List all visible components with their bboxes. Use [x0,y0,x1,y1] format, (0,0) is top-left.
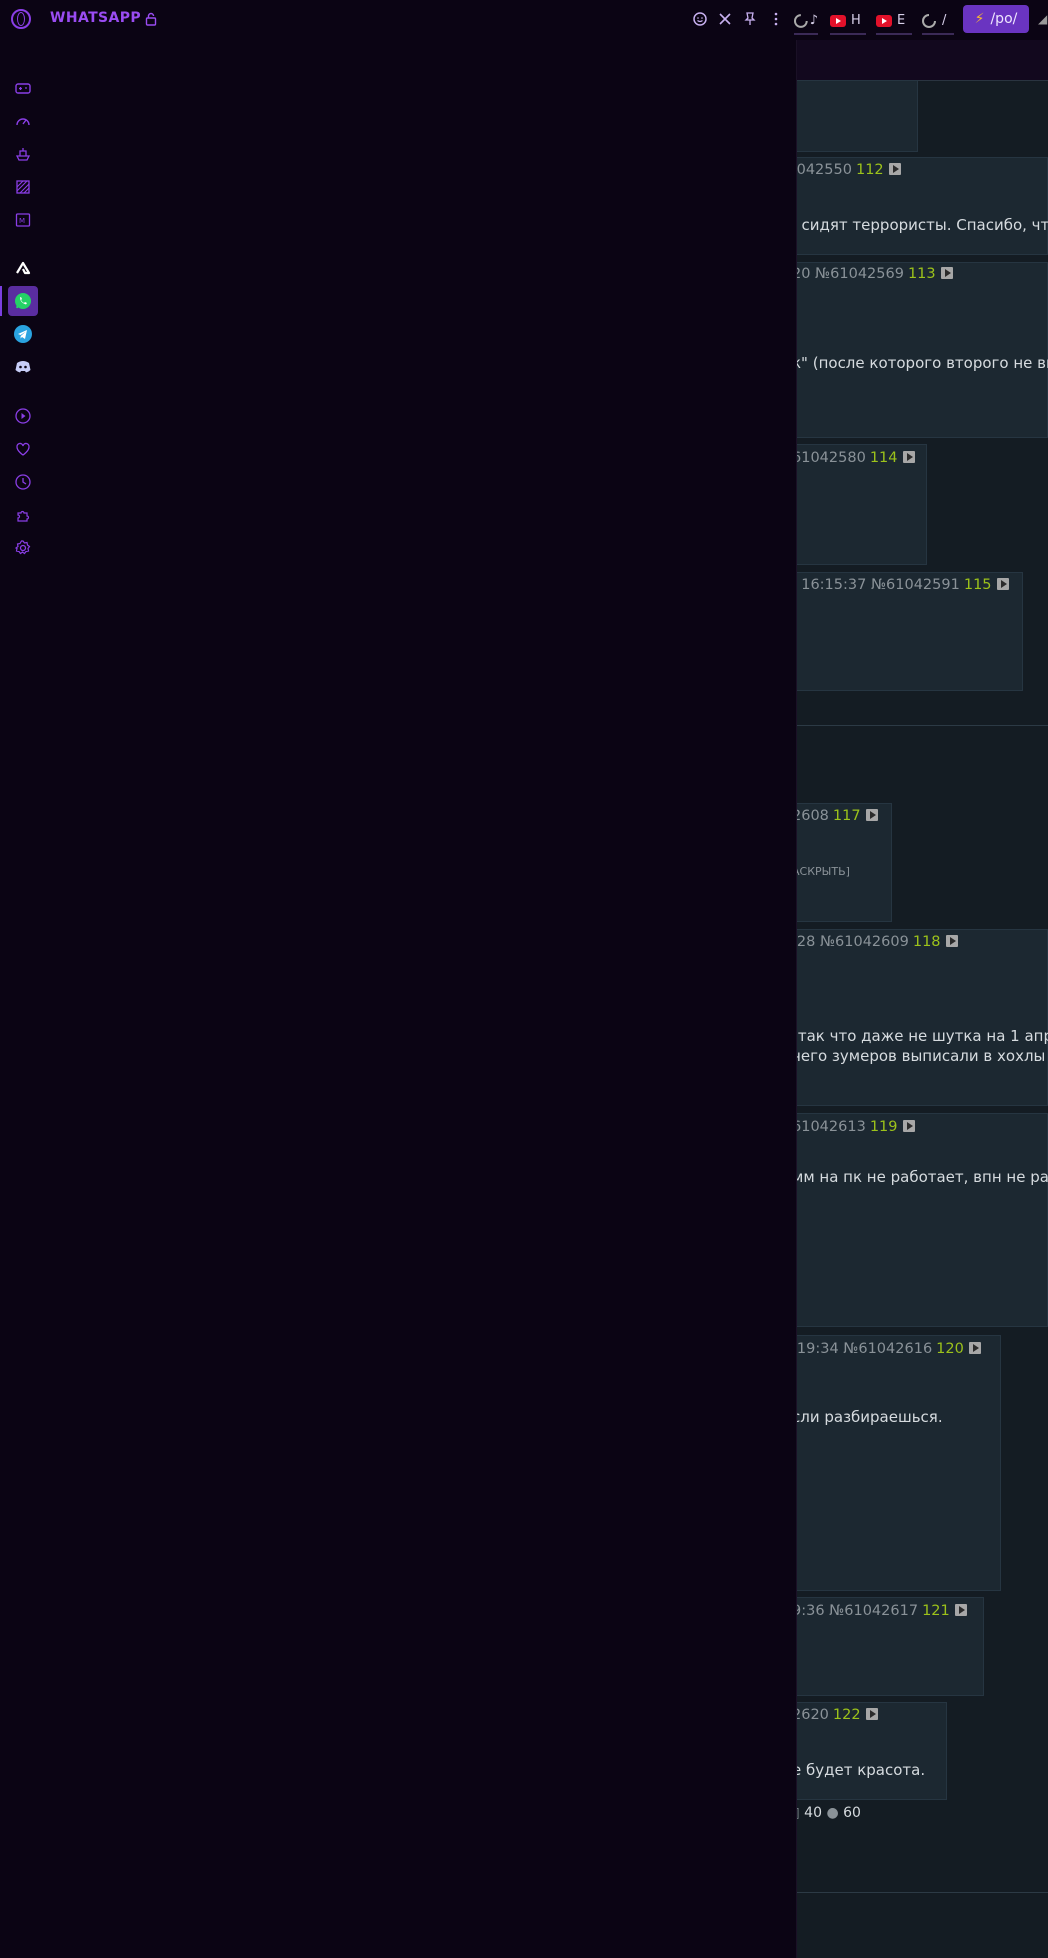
play-icon[interactable] [902,1120,915,1132]
tab-item[interactable]: / [922,8,954,35]
active-indicator [0,286,2,316]
sidebar-item-history[interactable] [8,467,38,497]
panel-topbar: WHATSAPP [0,0,796,40]
tab-item[interactable]: ♪ [794,8,818,35]
gear-icon [14,540,31,555]
current-board-tab[interactable]: ⚡ /po/ [963,5,1029,33]
sidebar-item-favorites[interactable] [8,434,38,464]
unlock-icon[interactable] [145,12,157,26]
stat-files: 40 [804,1805,822,1821]
post-header: , 16:15:37 №61042591 115 [792,577,1009,593]
gamepad-icon [15,83,31,94]
post-header: .042550 112 [792,162,901,178]
ship-icon [15,148,31,161]
post-header: :19:34 №61042616 120 [792,1341,981,1357]
pin-icon[interactable] [742,11,758,27]
stat-posters: 60 [843,1805,861,1821]
loading-icon [794,13,808,28]
puzzle-icon [17,510,30,522]
stripes-icon [16,180,30,194]
close-icon[interactable] [717,11,733,27]
panel-sidebar: M [0,0,44,1958]
sidebar-item-extensions[interactable] [8,500,38,530]
post-card [780,262,1048,438]
speedometer-icon [16,118,30,126]
panel-title: WHATSAPP [50,10,142,26]
divider [796,725,1048,726]
smile-icon[interactable] [692,11,708,27]
forum-toolbar [796,40,1048,81]
sidebar-item-settings[interactable] [8,533,38,563]
sidebar-item-logo-a[interactable] [8,253,38,283]
post-header: 20 №61042569 113 [792,266,953,282]
post-card [780,1113,1048,1327]
post-text: мм на пк не работает, впн не ра [792,1168,1048,1186]
post-header: 61042613 119 [792,1119,915,1135]
divider [796,1892,1048,1893]
sidebar-item-play[interactable] [8,401,38,431]
post-text: сли разбираешься. [792,1408,943,1426]
discord-icon [15,361,31,373]
sidebar-item-discord[interactable] [8,352,38,382]
tab-label: Н [851,13,861,28]
post-text: к" (после которого второго не вы [792,354,1048,372]
logo-a-icon [16,261,31,275]
play-icon[interactable] [954,1604,967,1616]
sidebar-item-markdown[interactable]: M [8,205,38,235]
play-icon[interactable] [888,163,901,175]
youtube-icon [876,14,892,27]
post-text: (так что даже не шутка на 1 апр [792,1027,1048,1045]
post-header: 9:36 №61042617 121 [792,1603,967,1619]
expand-link[interactable]: АСКРЫТЬ] [792,865,850,878]
whatsapp-panel: WHATSAPP M [0,0,797,1958]
tab-label: / [942,13,947,28]
tab-label: ♪ [809,13,818,28]
post-card [780,929,1048,1106]
sidebar-item-stripes[interactable] [8,172,38,202]
sidebar-item-ship[interactable] [8,139,38,169]
play-icon[interactable] [865,809,878,821]
thread-stats: ▯ 40 ● 60 [792,1805,861,1821]
sidebar-item-telegram[interactable] [8,319,38,349]
play-circle-icon [15,408,31,424]
post-header: 2608 117 [792,808,878,824]
play-icon[interactable] [865,1708,878,1720]
tab-item[interactable]: Е [876,8,912,35]
play-icon[interactable] [902,451,915,463]
svg-text:M: M [19,217,25,225]
post-text: чего зумеров выписали в хохлы [792,1047,1046,1065]
tab-item[interactable]: Н [830,8,866,35]
sidebar-item-whatsapp[interactable] [8,286,38,316]
lightning-icon: ⚡ [974,11,985,27]
tab-strip: ♪ Н Е / ⚡ /po/ ◢ [794,0,1048,40]
post-text: е будет красота. [792,1761,926,1779]
sidebar-item-gamepad[interactable] [8,73,38,103]
post-text: , сидят террористы. Спасибо, что [792,216,1048,234]
markdown-icon: M [15,213,31,227]
heart-icon [16,442,30,456]
play-icon[interactable] [996,578,1009,590]
whatsapp-icon [15,293,31,309]
play-icon[interactable] [940,267,953,279]
play-icon[interactable] [968,1342,981,1354]
tab-overflow-icon[interactable]: ◢ [1038,12,1048,26]
sidebar-item-speedometer[interactable] [8,106,38,136]
post-card [780,1335,1001,1591]
cat-icon: ● [826,1805,839,1821]
post-header: 61042580 114 [792,450,915,466]
more-vertical-icon[interactable] [768,11,784,27]
clock-icon [15,474,31,490]
play-icon[interactable] [945,935,958,947]
post-header: 2620 122 [792,1707,878,1723]
loading-icon [922,13,936,28]
post-card [780,80,918,152]
tab-label: Е [897,13,906,28]
telegram-icon [14,325,32,343]
current-board-label: /po/ [990,11,1018,27]
youtube-icon [830,14,846,27]
post-header: :28 №61042609 118 [792,934,958,950]
